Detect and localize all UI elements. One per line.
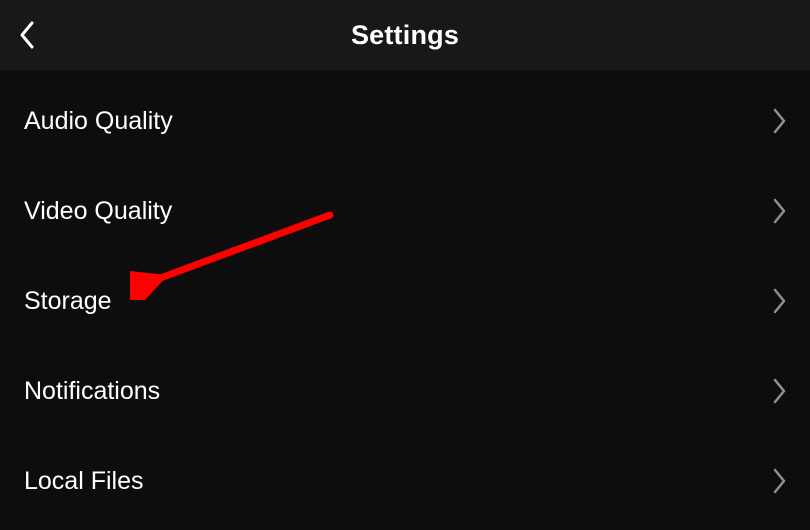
row-label: Video Quality: [24, 197, 172, 226]
settings-list: Audio Quality Video Quality Storage Noti…: [0, 70, 810, 526]
chevron-left-icon: [18, 20, 36, 50]
back-button[interactable]: [18, 20, 36, 50]
row-label: Storage: [24, 287, 112, 316]
chevron-right-icon: [772, 467, 788, 495]
chevron-right-icon: [772, 377, 788, 405]
chevron-right-icon: [772, 287, 788, 315]
row-local-files[interactable]: Local Files: [0, 436, 810, 526]
chevron-right-icon: [772, 107, 788, 135]
chevron-right-icon: [772, 197, 788, 225]
row-storage[interactable]: Storage: [0, 256, 810, 346]
row-label: Local Files: [24, 467, 144, 496]
header-bar: Settings: [0, 0, 810, 70]
row-audio-quality[interactable]: Audio Quality: [0, 76, 810, 166]
row-label: Audio Quality: [24, 107, 173, 136]
page-title: Settings: [0, 20, 810, 51]
row-label: Notifications: [24, 377, 160, 406]
row-notifications[interactable]: Notifications: [0, 346, 810, 436]
row-video-quality[interactable]: Video Quality: [0, 166, 810, 256]
